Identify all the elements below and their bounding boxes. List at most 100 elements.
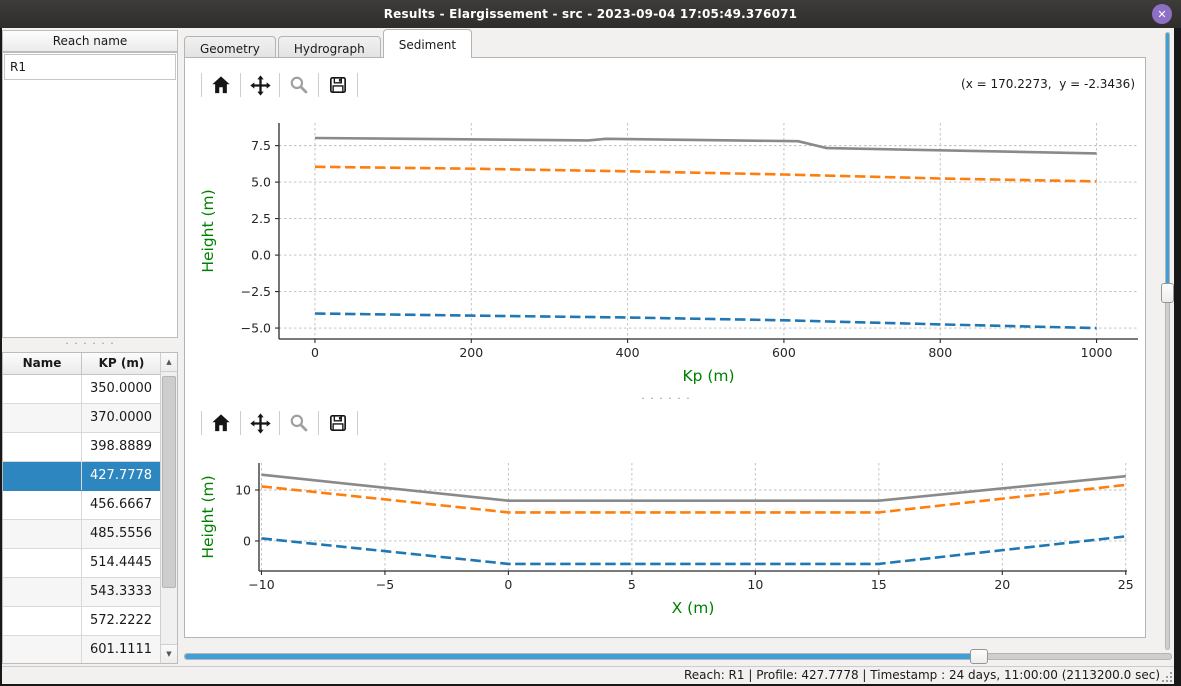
app-window: Results - Elargissement - src - 2023-09-… xyxy=(0,0,1181,686)
gray-solid-bank-profile xyxy=(262,475,1126,501)
slider-handle[interactable] xyxy=(970,649,988,664)
svg-text:−5: −5 xyxy=(376,577,394,592)
profile-table-rows: 350.0000370.0000398.8889427.7778456.6667… xyxy=(3,375,161,664)
zoom-button[interactable] xyxy=(280,70,318,100)
svg-text:2.5: 2.5 xyxy=(251,211,271,226)
cell-name[interactable] xyxy=(3,636,82,664)
scroll-up-arrow-icon[interactable]: ▲ xyxy=(161,353,177,372)
cell-name[interactable] xyxy=(3,433,82,461)
cell-name[interactable] xyxy=(3,520,82,548)
cell-name[interactable] xyxy=(3,404,82,432)
svg-text:−10: −10 xyxy=(248,577,274,592)
cell-kp[interactable]: 485.5556 xyxy=(82,520,161,548)
y-axis-label: Height (m) xyxy=(199,475,217,558)
toolbar-separator xyxy=(357,73,358,97)
cell-kp[interactable]: 572.2222 xyxy=(82,607,161,635)
zoom-button[interactable] xyxy=(280,408,318,438)
profile-table: Name KP (m) 350.0000370.0000398.8889427.… xyxy=(2,352,178,664)
scrollbar-thumb[interactable] xyxy=(162,376,176,588)
magnifier-icon xyxy=(288,74,310,96)
svg-text:20: 20 xyxy=(994,577,1010,592)
column-header-name[interactable]: Name xyxy=(3,353,82,374)
svg-text:15: 15 xyxy=(871,577,887,592)
x-axis: −10−50510152025 xyxy=(248,571,1133,592)
table-row[interactable]: 398.8889 xyxy=(3,433,161,462)
plots-splitter-handle[interactable]: · · · · · · xyxy=(616,394,716,404)
orange-dashed-mid-level xyxy=(315,167,1097,182)
reach-list[interactable]: R1 xyxy=(2,52,178,338)
table-row[interactable]: 370.0000 xyxy=(3,404,161,433)
table-row[interactable]: 572.2222 xyxy=(3,607,161,636)
table-row[interactable]: 543.3333 xyxy=(3,578,161,607)
window-content: Reach name R1 · · · · · · Name KP (m) 35… xyxy=(2,28,1174,684)
svg-text:0: 0 xyxy=(311,345,319,360)
left-panel-splitter-handle[interactable]: · · · · · · xyxy=(2,339,178,350)
svg-text:0.0: 0.0 xyxy=(251,248,271,263)
resize-grip[interactable] xyxy=(1161,671,1172,682)
kp-longitudinal-profile-chart[interactable]: 020040060080010007.55.02.50.0−2.5−5.0Kp … xyxy=(187,110,1145,398)
sediment-tab-panel: (x = 170.2273, y = -2.3436) 020040060080… xyxy=(184,57,1146,638)
cell-name[interactable] xyxy=(3,491,82,519)
cell-name[interactable] xyxy=(3,549,82,577)
tab-sediment[interactable]: Sediment xyxy=(383,29,472,58)
home-button[interactable] xyxy=(202,408,240,438)
column-header-kp[interactable]: KP (m) xyxy=(82,353,161,374)
table-row[interactable]: 514.4445 xyxy=(3,549,161,578)
svg-text:800: 800 xyxy=(928,345,952,360)
plot-series xyxy=(315,138,1097,328)
cell-kp[interactable]: 543.3333 xyxy=(82,578,161,606)
table-row[interactable]: 485.5556 xyxy=(3,520,161,549)
reach-list-item[interactable]: R1 xyxy=(4,54,176,80)
cell-name[interactable] xyxy=(3,578,82,606)
home-button[interactable] xyxy=(202,70,240,100)
status-text: Reach: R1 | Profile: 427.7778 | Timestam… xyxy=(684,668,1160,682)
timestamp-slider[interactable] xyxy=(184,648,1172,664)
plot-series xyxy=(262,475,1126,564)
cursor-coordinates-readout: (x = 170.2273, y = -2.3436) xyxy=(961,77,1135,91)
svg-text:10: 10 xyxy=(235,483,251,498)
cell-kp[interactable]: 514.4445 xyxy=(82,549,161,577)
cell-kp[interactable]: 427.7778 xyxy=(82,462,161,490)
title-bar[interactable]: Results - Elargissement - src - 2023-09-… xyxy=(0,0,1181,28)
vertical-slider-groove[interactable] xyxy=(1165,32,1170,650)
table-row[interactable]: 427.7778 xyxy=(3,462,161,491)
svg-text:7.5: 7.5 xyxy=(251,138,271,153)
floppy-save-icon xyxy=(327,74,349,96)
svg-text:600: 600 xyxy=(772,345,796,360)
table-row[interactable]: 601.1111 xyxy=(3,636,161,664)
toolbar-separator xyxy=(357,411,358,435)
pan-button[interactable] xyxy=(241,70,279,100)
vertical-slider-handle[interactable] xyxy=(1161,283,1174,303)
save-button[interactable] xyxy=(319,70,357,100)
table-row[interactable]: 456.6667 xyxy=(3,491,161,520)
vertical-slider[interactable] xyxy=(1161,32,1174,650)
blue-dashed-bottom-level xyxy=(315,314,1097,329)
svg-text:−5.0: −5.0 xyxy=(241,321,271,336)
y-axis: 7.55.02.50.0−2.5−5.0 xyxy=(241,138,279,335)
cell-kp[interactable]: 398.8889 xyxy=(82,433,161,461)
cell-name[interactable] xyxy=(3,375,82,403)
cell-name[interactable] xyxy=(3,607,82,635)
x-axis-label: X (m) xyxy=(672,599,715,617)
y-axis: 100 xyxy=(235,483,259,549)
scroll-down-arrow-icon[interactable]: ▼ xyxy=(161,644,177,663)
save-button[interactable] xyxy=(319,408,357,438)
cell-name[interactable] xyxy=(3,462,82,490)
cross-section-profile-chart[interactable]: −10−50510152025100X (m)Height (m) xyxy=(187,448,1145,636)
cell-kp[interactable]: 370.0000 xyxy=(82,404,161,432)
svg-text:10: 10 xyxy=(747,577,763,592)
pan-arrows-icon xyxy=(249,412,272,435)
home-icon xyxy=(210,412,232,434)
cell-kp[interactable]: 350.0000 xyxy=(82,375,161,403)
pan-button[interactable] xyxy=(241,408,279,438)
grid-lines xyxy=(259,463,1127,571)
close-button[interactable]: ✕ xyxy=(1152,4,1172,24)
cell-kp[interactable]: 456.6667 xyxy=(82,491,161,519)
svg-text:400: 400 xyxy=(616,345,640,360)
slider-filled-track xyxy=(185,654,980,659)
table-scrollbar[interactable]: ▲ ▼ xyxy=(160,353,177,663)
status-bar: Reach: R1 | Profile: 427.7778 | Timestam… xyxy=(2,666,1174,684)
cell-kp[interactable]: 601.1111 xyxy=(82,636,161,664)
slider-groove[interactable] xyxy=(184,653,1172,660)
table-row[interactable]: 350.0000 xyxy=(3,375,161,404)
